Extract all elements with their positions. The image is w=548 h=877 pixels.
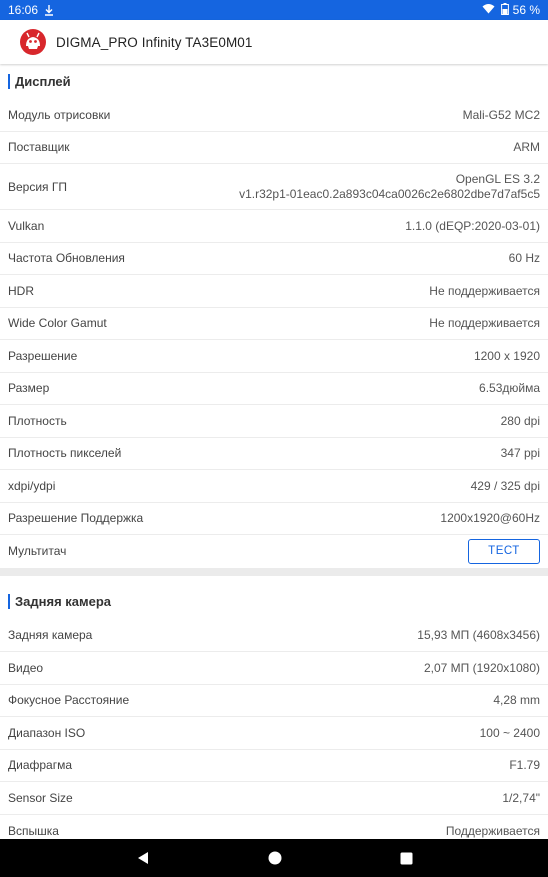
row-value: 4,28 mm — [493, 693, 540, 708]
list-item: HDR Не поддерживается — [0, 275, 548, 308]
row-label: Задняя камера — [8, 628, 93, 643]
navigation-bar — [0, 839, 548, 877]
camera-section-title: Задняя камера — [15, 594, 112, 609]
row-value: 6.53дюйма — [479, 381, 540, 396]
list-item: Модуль отрисовки Mali-G52 MC2 — [0, 99, 548, 132]
battery-percent: 56 % — [512, 3, 540, 17]
list-item: Плотность 280 dpi — [0, 405, 548, 438]
list-item: xdpi/ydpi 429 / 325 dpi — [0, 470, 548, 503]
row-value: 1/2,74" — [502, 790, 540, 805]
info-content[interactable]: Дисплей Модуль отрисовки Mali-G52 MC2 По… — [0, 64, 548, 839]
row-label: Частота Обновления — [8, 251, 125, 266]
row-label: HDR — [8, 283, 34, 298]
app-title: DIGMA_PRO Infinity TA3E0M01 — [56, 34, 253, 50]
row-value: 100 ~ 2400 — [479, 725, 540, 740]
row-value: ARM — [513, 140, 540, 155]
row-label: xdpi/ydpi — [8, 478, 56, 493]
row-value: Не поддерживается — [429, 283, 540, 298]
gpu-version-line: OpenGL ES 3.2 — [455, 172, 540, 187]
camera-section-header: Задняя камера — [0, 584, 548, 620]
section-accent-bar — [8, 74, 10, 89]
list-item: Wide Color Gamut Не поддерживается — [0, 308, 548, 340]
row-value: 280 dpi — [500, 413, 540, 428]
antutu-logo-icon — [20, 29, 46, 55]
row-value: 15,93 МП (4608x3456) — [417, 628, 540, 643]
app-bar: DIGMA_PRO Infinity TA3E0M01 — [0, 20, 548, 64]
row-value: 2,07 МП (1920x1080) — [423, 660, 540, 675]
recents-icon[interactable] — [400, 852, 413, 865]
status-time: 16:06 — [8, 3, 39, 17]
row-value: 1200 x 1920 — [473, 348, 540, 363]
row-label: Плотность — [8, 413, 67, 428]
row-value: 1.1.0 (dEQP:2020-03-01) — [405, 218, 540, 233]
row-label: Модуль отрисовки — [8, 107, 111, 122]
row-label: Фокусное Расстояние — [8, 693, 130, 708]
home-icon[interactable] — [268, 851, 282, 865]
wifi-icon — [482, 3, 495, 17]
row-value: 1200x1920@60Hz — [440, 511, 540, 526]
battery-icon — [500, 2, 509, 18]
gpu-driver-line: v1.r32p1-01eac0.2a893c04ca0026c2e6802dbe… — [239, 186, 540, 201]
display-list: Модуль отрисовки Mali-G52 MC2 Поставщик … — [0, 99, 548, 568]
display-section-header: Дисплей — [0, 64, 548, 99]
list-item: Диапазон ISO 100 ~ 2400 — [0, 717, 548, 750]
list-item: Вспышка Поддерживается — [0, 815, 548, 840]
list-item: Видео 2,07 МП (1920x1080) — [0, 652, 548, 685]
multitouch-test-button[interactable]: ТЕСТ — [468, 538, 540, 564]
list-item: Задняя камера 15,93 МП (4608x3456) — [0, 620, 548, 652]
list-item: Диафрагма F1.79 — [0, 750, 548, 782]
row-label: Версия ГП — [8, 179, 68, 194]
list-item: Версия ГП OpenGL ES 3.2 v1.r32p1-01eac0.… — [0, 164, 548, 210]
status-bar: 16:06 56 % — [0, 0, 548, 20]
row-value: Поддерживается — [445, 823, 540, 838]
row-label: Мультитач — [8, 544, 67, 559]
row-value: Не поддерживается — [429, 316, 540, 331]
row-label: Вспышка — [8, 823, 59, 838]
section-accent-bar — [8, 594, 10, 609]
row-label: Видео — [8, 660, 44, 675]
row-label: Плотность пикселей — [8, 446, 122, 461]
row-label: Разрешение — [8, 348, 78, 363]
row-label: Wide Color Gamut — [8, 316, 107, 331]
camera-list: Задняя камера 15,93 МП (4608x3456) Видео… — [0, 620, 548, 840]
list-item: Частота Обновления 60 Hz — [0, 243, 548, 275]
row-value: 347 ppi — [500, 446, 540, 461]
back-icon[interactable] — [136, 851, 150, 865]
row-label: Диафрагма — [8, 758, 73, 773]
list-item: Мультитач ТЕСТ — [0, 535, 548, 568]
row-label: Sensor Size — [8, 790, 73, 805]
row-label: Диапазон ISO — [8, 725, 86, 740]
row-label: Размер — [8, 381, 50, 396]
list-item: Sensor Size 1/2,74" — [0, 782, 548, 815]
row-value: 60 Hz — [508, 251, 540, 266]
display-section-title: Дисплей — [15, 74, 71, 89]
row-label: Поставщик — [8, 140, 70, 155]
list-item: Vulkan 1.1.0 (dEQP:2020-03-01) — [0, 210, 548, 243]
list-item: Размер 6.53дюйма — [0, 373, 548, 405]
list-item: Плотность пикселей 347 ppi — [0, 438, 548, 470]
list-item: Разрешение Поддержка 1200x1920@60Hz — [0, 503, 548, 535]
list-item: Поставщик ARM — [0, 132, 548, 164]
list-item: Разрешение 1200 x 1920 — [0, 340, 548, 373]
section-divider — [0, 567, 548, 576]
row-value: F1.79 — [509, 758, 540, 773]
row-label: Разрешение Поддержка — [8, 511, 144, 526]
row-value: Mali-G52 MC2 — [462, 107, 540, 122]
row-value: OpenGL ES 3.2 v1.r32p1-01eac0.2a893c04ca… — [239, 172, 540, 201]
download-icon — [44, 4, 54, 16]
row-value: 429 / 325 dpi — [470, 478, 540, 493]
row-label: Vulkan — [8, 218, 45, 233]
list-item: Фокусное Расстояние 4,28 mm — [0, 685, 548, 717]
